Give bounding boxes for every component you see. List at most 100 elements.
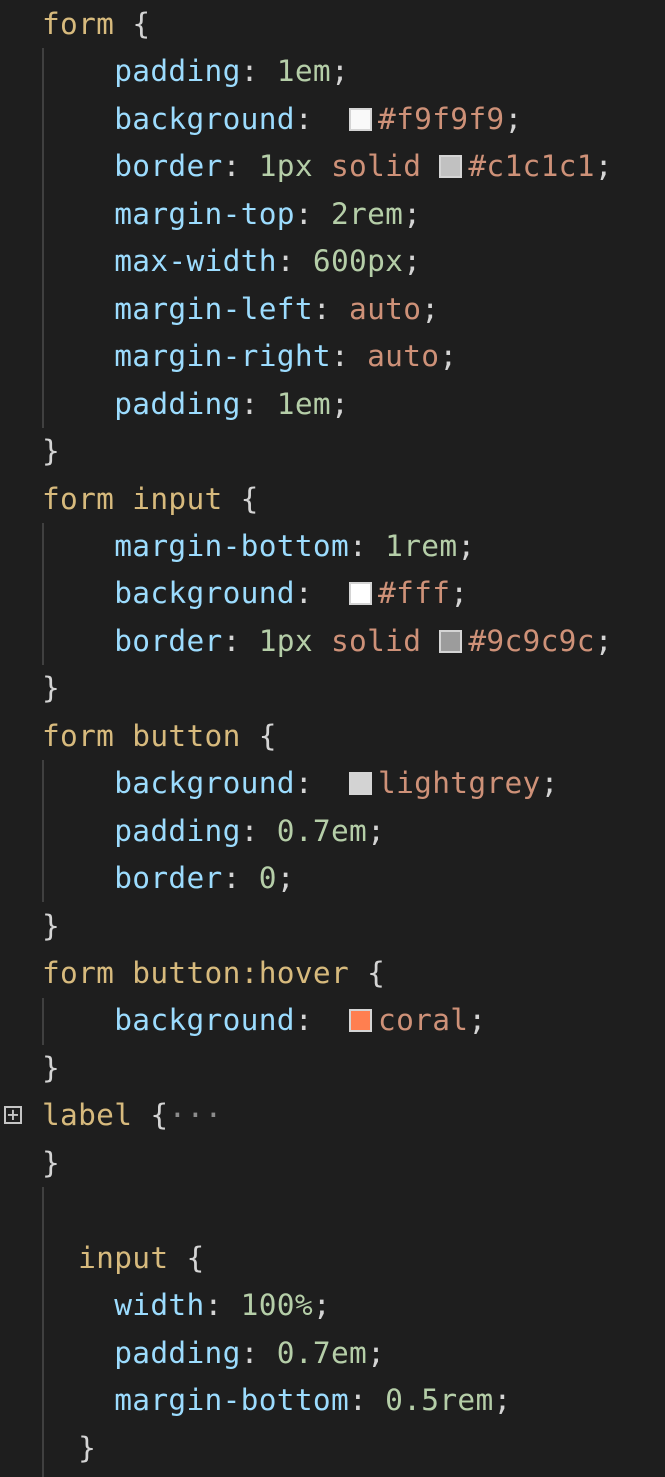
color-swatch[interactable] xyxy=(439,155,463,179)
color-swatch[interactable] xyxy=(349,1009,373,1033)
code-line[interactable]: border: 0; xyxy=(42,855,295,903)
code-line[interactable]: } xyxy=(42,903,60,951)
code-token: padding xyxy=(42,1335,241,1370)
code-token: #f9f9f9 xyxy=(378,101,505,136)
code-line[interactable]: background: coral; xyxy=(42,997,486,1045)
code-token: ; xyxy=(540,766,559,801)
code-token: : xyxy=(294,766,350,801)
code-line[interactable]: form button { xyxy=(42,713,277,761)
code-token: padding xyxy=(42,386,241,421)
code-token: ; xyxy=(403,244,422,279)
code-token: ; xyxy=(276,861,295,896)
code-line[interactable]: input { xyxy=(42,1235,205,1283)
code-line[interactable]: margin-right: auto; xyxy=(42,333,457,381)
code-line[interactable]: margin-bottom: 0.5rem; xyxy=(42,1377,512,1425)
code-token: background xyxy=(42,1003,295,1038)
code-token: } xyxy=(42,1050,61,1085)
code-line[interactable]: margin-left: auto; xyxy=(42,286,439,334)
code-token: : xyxy=(349,1383,386,1418)
code-token: background xyxy=(42,576,295,611)
code-token: border xyxy=(42,623,223,658)
code-line[interactable]: padding: 1em; xyxy=(42,381,349,429)
code-token: : xyxy=(240,386,277,421)
code-token: width xyxy=(42,1288,205,1323)
code-token: ; xyxy=(450,576,469,611)
code-token: input xyxy=(42,1240,187,1275)
plus-square-icon[interactable]: + xyxy=(4,1106,22,1125)
color-swatch[interactable] xyxy=(349,582,373,606)
code-token: label xyxy=(42,1098,151,1133)
code-line[interactable]: max-width: 600px; xyxy=(42,238,421,286)
code-line[interactable]: width: 100%; xyxy=(42,1282,331,1330)
code-token: ··· xyxy=(168,1098,223,1133)
code-token: background xyxy=(42,766,295,801)
code-token: ; xyxy=(594,149,613,184)
code-token: 1em xyxy=(276,386,331,421)
code-line[interactable]: padding: 0.7em; xyxy=(42,1330,385,1378)
color-swatch[interactable] xyxy=(349,772,373,796)
code-token: } xyxy=(42,1430,97,1465)
code-token: 600px xyxy=(312,244,404,279)
code-token: #9c9c9c xyxy=(468,623,595,658)
code-token: } xyxy=(42,434,61,469)
code-token: { xyxy=(240,481,259,516)
code-token: auto xyxy=(367,339,440,374)
code-token: { xyxy=(258,718,277,753)
code-line[interactable]: border: 1px solid #c1c1c1; xyxy=(42,143,613,191)
code-token: : xyxy=(240,1335,277,1370)
code-line[interactable]: } xyxy=(42,665,60,713)
code-token: : xyxy=(222,623,259,658)
code-line[interactable]: } xyxy=(42,1425,96,1473)
code-token: lightgrey xyxy=(378,766,541,801)
code-token: background xyxy=(42,101,295,136)
code-token: padding xyxy=(42,813,241,848)
code-token: ; xyxy=(330,54,350,89)
code-token: } xyxy=(42,671,61,706)
code-token: ; xyxy=(330,386,350,421)
code-line[interactable]: } xyxy=(42,428,60,476)
color-swatch[interactable] xyxy=(349,107,373,131)
code-token: } xyxy=(42,1145,61,1180)
code-line[interactable]: margin-top: 2rem; xyxy=(42,191,421,239)
code-token: { xyxy=(132,7,151,41)
code-token: : xyxy=(294,196,331,231)
code-line[interactable]: padding: 0.7em; xyxy=(42,808,385,856)
code-line[interactable]: background: #fff; xyxy=(42,570,468,618)
code-line[interactable]: background: #f9f9f9; xyxy=(42,96,523,144)
code-token: { xyxy=(186,1240,205,1275)
code-token: 0 xyxy=(258,861,277,896)
code-token: form button xyxy=(42,718,259,753)
code-line[interactable]: } xyxy=(42,1140,60,1188)
code-line[interactable]: form { xyxy=(42,1,150,49)
code-line[interactable]: form input { xyxy=(42,476,259,524)
code-line[interactable]: padding: 1em; xyxy=(42,48,349,96)
code-token: 1em xyxy=(276,54,331,89)
code-token: : xyxy=(294,101,350,136)
code-token: : xyxy=(222,149,259,184)
code-line[interactable]: form button:hover { xyxy=(42,950,385,998)
code-line[interactable]: } xyxy=(42,1045,60,1093)
code-token: form button:hover xyxy=(42,956,368,990)
code-token: : xyxy=(294,1003,350,1038)
code-token: } xyxy=(42,908,61,943)
code-token: ; xyxy=(367,813,386,848)
code-token: : xyxy=(349,528,386,563)
code-editor[interactable]: form { padding: 1em; background: #f9f9f9… xyxy=(0,0,665,1477)
code-token: ; xyxy=(457,528,476,563)
code-token: ; xyxy=(468,1003,487,1038)
code-line[interactable]: margin-bottom: 1rem; xyxy=(42,523,475,571)
code-line[interactable]: background: lightgrey; xyxy=(42,760,559,808)
code-token: 2rem xyxy=(330,196,404,231)
code-token: #fff xyxy=(378,576,451,611)
code-token: ; xyxy=(403,196,422,231)
code-token: margin-bottom xyxy=(42,528,350,563)
code-token: 100% xyxy=(240,1288,313,1323)
code-token: { xyxy=(150,1098,169,1133)
code-line[interactable]: label {··· xyxy=(42,1092,223,1140)
code-line[interactable]: border: 1px solid #9c9c9c; xyxy=(42,618,613,666)
code-token: 1rem xyxy=(385,528,458,563)
color-swatch[interactable] xyxy=(439,629,463,653)
